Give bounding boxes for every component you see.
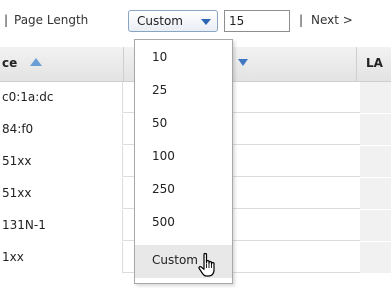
pager-separator: | bbox=[299, 13, 304, 27]
chevron-down-icon bbox=[201, 19, 211, 25]
table-cell bbox=[360, 146, 391, 177]
column-divider[interactable] bbox=[356, 47, 357, 81]
column-header-label[interactable]: LA bbox=[366, 56, 383, 70]
menu-item-50[interactable]: 50 bbox=[135, 108, 232, 141]
table-cell: 1xx bbox=[0, 242, 123, 273]
hand-pointer-icon bbox=[198, 252, 215, 277]
menu-item-label: 50 bbox=[152, 116, 168, 130]
sort-ascending-icon[interactable] bbox=[30, 58, 42, 66]
menu-item-label: 10 bbox=[152, 50, 168, 64]
menu-item-500[interactable]: 500 bbox=[135, 207, 232, 240]
table-cell bbox=[360, 114, 391, 145]
page-length-select-value: Custom bbox=[137, 14, 183, 28]
custom-page-length-input[interactable] bbox=[224, 10, 290, 32]
cell-text: c0:1a:dc bbox=[2, 90, 54, 104]
cell-text: 1xx bbox=[2, 250, 24, 264]
table-cell: c0:1a:dc bbox=[0, 82, 123, 113]
table-cell: 84:f0 bbox=[0, 114, 123, 145]
menu-item-label: 500 bbox=[152, 215, 175, 229]
page-length-dropdown-menu: 10 25 50 100 250 500 Custom bbox=[134, 39, 233, 284]
menu-item-label: Custom bbox=[152, 253, 198, 267]
menu-item-10[interactable]: 10 bbox=[135, 42, 232, 75]
table-cell bbox=[360, 242, 391, 273]
pagination-toolbar: | Page Length Custom | Next > bbox=[0, 0, 391, 36]
page-length-select[interactable]: Custom bbox=[128, 10, 218, 32]
menu-item-250[interactable]: 250 bbox=[135, 174, 232, 207]
table-cell: 131N-1 bbox=[0, 210, 123, 241]
cell-text: 84:f0 bbox=[2, 122, 34, 136]
cell-text: 131N-1 bbox=[2, 218, 46, 232]
menu-item-label: 25 bbox=[152, 83, 168, 97]
page-length-label: Page Length bbox=[14, 13, 89, 27]
column-header-label[interactable]: ce bbox=[2, 56, 17, 70]
table-cell bbox=[360, 210, 391, 241]
table-cell: 51xx bbox=[0, 178, 123, 209]
table-cell bbox=[360, 82, 391, 113]
table-cell bbox=[360, 178, 391, 209]
menu-item-100[interactable]: 100 bbox=[135, 141, 232, 174]
filter-icon[interactable] bbox=[238, 59, 248, 66]
cell-text: 51xx bbox=[2, 154, 32, 168]
menu-item-25[interactable]: 25 bbox=[135, 75, 232, 108]
column-divider[interactable] bbox=[123, 47, 124, 81]
menu-item-label: 100 bbox=[152, 149, 175, 163]
next-page-link[interactable]: Next > bbox=[311, 13, 353, 27]
menu-item-label: 250 bbox=[152, 182, 175, 196]
pager-separator: | bbox=[4, 13, 9, 27]
cell-text: 51xx bbox=[2, 186, 32, 200]
table-cell: 51xx bbox=[0, 146, 123, 177]
